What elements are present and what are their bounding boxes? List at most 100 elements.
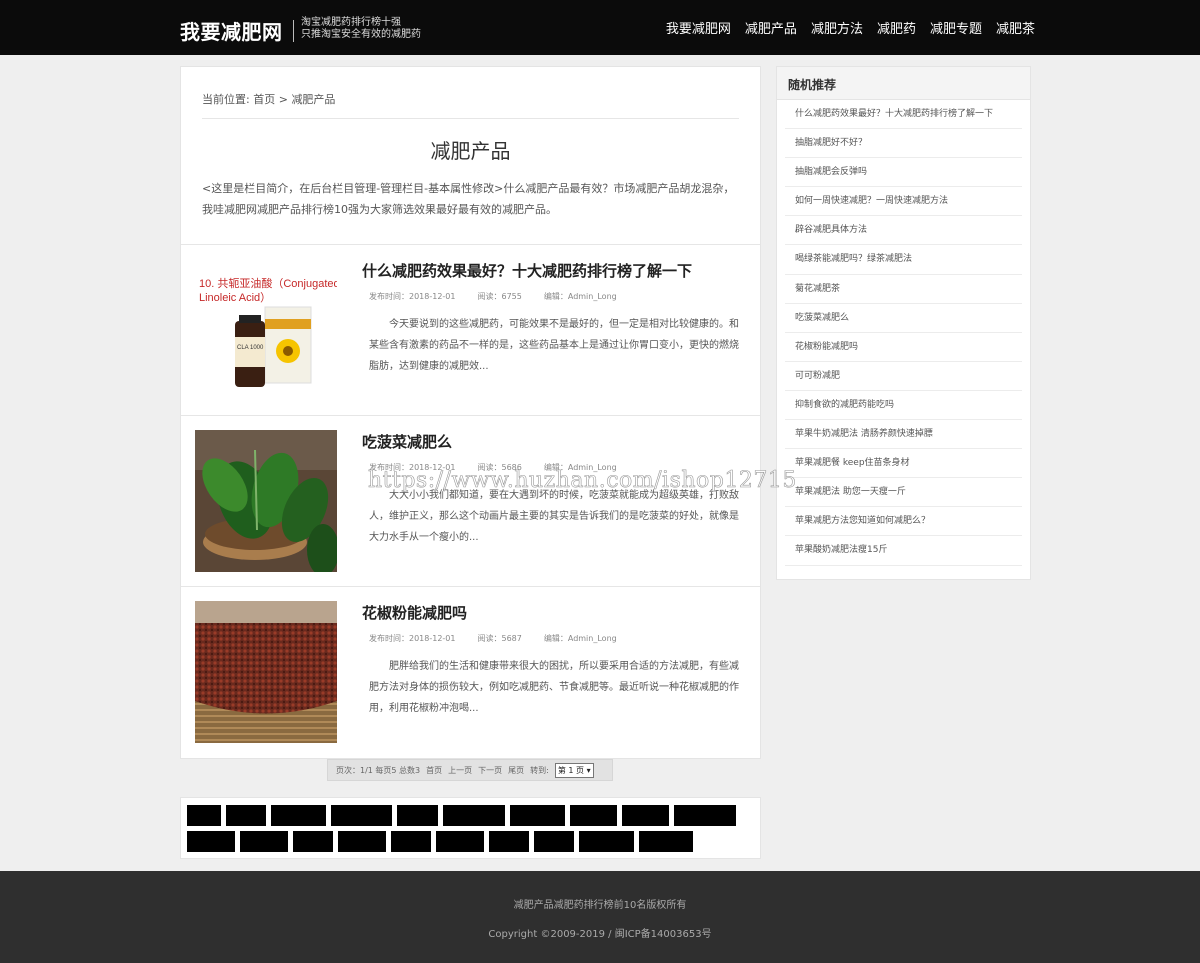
article-summary: 今天要说到的这些减肥药，可能效果不是最好的，但一定是相对比较健康的。和某些含有激… [369,319,739,372]
sidebar-link[interactable]: 菊花减肥茶 [785,275,1022,304]
sidebar-link[interactable]: 抽脂减肥会反弹吗 [785,158,1022,188]
breadcrumb-prefix: 当前位置: [202,93,250,106]
redacted-link[interactable] [436,831,484,852]
redacted-link[interactable] [397,805,438,826]
logo-divider [293,20,294,42]
article-thumbnail-pepper[interactable] [195,601,337,743]
page-select-value: 第 1 页 [557,765,585,775]
article-date: 发布时间：2018-12-01 [369,634,456,643]
breadcrumb-separator: > [278,93,288,106]
article-editor: 编辑：Admin_Long [543,292,617,301]
pagination: 页次：1/1 每页5 总数3 首页 上一页 下一页 尾页 转到: 第 1 页 ▾ [327,759,613,781]
breadcrumb: 当前位置: 首页 > 减肥产品 [202,91,739,119]
nav-item-drugs[interactable]: 减肥药 [877,18,916,37]
redacted-link[interactable] [391,831,431,852]
svg-text:CLA 1000: CLA 1000 [237,345,264,351]
redacted-link[interactable] [271,805,326,826]
article-item: 吃菠菜减肥么 发布时间：2018-12-01 阅读：5686 编辑：Admin_… [181,416,760,587]
redacted-link[interactable] [622,805,669,826]
breadcrumb-home-link[interactable]: 首页 [253,93,275,106]
sidebar-link[interactable]: 苹果酸奶减肥法瘦15斤 [785,536,1022,566]
pagination-first[interactable]: 首页 [426,765,442,776]
category-title: 减肥产品 [430,139,511,163]
sidebar-link[interactable]: 抽脂减肥好不好？ [785,129,1022,159]
redacted-link[interactable] [226,805,266,826]
redacted-link[interactable] [579,831,634,852]
sidebar-link[interactable]: 可可粉减肥 [785,362,1022,391]
site-footer: 减肥产品减肥药排行榜前10名版权所有 Copyright ©2009-2019 … [0,871,1200,963]
sidebar-link[interactable]: 抑制食欲的减肥药能吃吗 [785,391,1022,421]
breadcrumb-current-link[interactable]: 减肥产品 [291,93,335,106]
sidebar-link[interactable]: 花椒粉能减肥吗 [785,333,1022,362]
nav-item-products[interactable]: 减肥产品 [745,18,797,37]
nav-item-methods[interactable]: 减肥方法 [811,18,863,37]
redacted-link[interactable] [187,831,235,852]
article-meta: 发布时间：2018-12-01 阅读：5687 编辑：Admin_Long [369,633,617,644]
article-views: 阅读：6755 [477,292,522,301]
redacted-link[interactable] [331,805,392,826]
article-summary: 肥胖给我们的生活和健康带来很大的困扰，所以要采用合适的方法减肥，有些减肥方法对身… [369,661,739,714]
article-thumbnail-spinach[interactable] [195,430,337,572]
sidebar-link[interactable]: 苹果牛奶减肥法 清肠养颜快速掉膘 [785,420,1022,450]
site-logo[interactable]: 我要减肥网 [180,16,283,45]
sichuan-pepper-image [195,601,337,743]
slogan-line-2: 只推淘宝安全有效的减肥药 [301,29,421,40]
svg-text:Linoleic Acid）: Linoleic Acid） [199,291,271,304]
sidebar-link[interactable]: 苹果减肥法 助您一天瘦一斤 [785,478,1022,508]
pagination-last[interactable]: 尾页 [508,765,524,776]
sidebar-link[interactable]: 如何一周快速减肥？一周快速减肥方法 [785,187,1022,217]
top-navbar: 我要减肥网 淘宝减肥药排行榜十强 只推淘宝安全有效的减肥药 我要减肥网 减肥产品… [0,0,1200,55]
redacted-link[interactable] [338,831,386,852]
sidebar-link[interactable]: 苹果减肥餐 keep住苗条身材 [785,449,1022,479]
pagination-info: 页次：1/1 每页5 总数3 [336,765,421,775]
nav-item-home[interactable]: 我要减肥网 [666,18,731,37]
article-meta: 发布时间：2018-12-01 阅读：6755 编辑：Admin_Long [369,291,617,302]
redacted-link[interactable] [570,805,617,826]
friend-links [180,797,761,859]
chevron-down-icon: ▾ [586,765,591,775]
pagination-goto-label: 转到: [530,765,549,775]
category-description: <这里是栏目简介，在后台栏目管理-管理栏目-基本属性修改>什么减肥产品最有效？市… [181,178,760,245]
article-title[interactable]: 什么减肥药效果最好？十大减肥药排行榜了解一下 [362,260,692,281]
sidebar-link[interactable]: 吃菠菜减肥么 [785,304,1022,333]
nav-item-topics[interactable]: 减肥专题 [930,18,982,37]
sidebar-title: 随机推荐 [777,67,1030,100]
redacted-link[interactable] [534,831,574,852]
pagination-next[interactable]: 下一页 [478,765,502,776]
page-select[interactable]: 第 1 页 ▾ [554,762,594,778]
slogan-line-1: 淘宝减肥药排行榜十强 [301,17,401,28]
site-slogan: 淘宝减肥药排行榜十强 只推淘宝安全有效的减肥药 [301,17,421,41]
redacted-link[interactable] [510,805,565,826]
nav-item-tea[interactable]: 减肥茶 [996,18,1035,37]
spinach-image [195,430,337,572]
thumb-caption: 10. 共轭亚油酸（Conjugated [199,276,337,290]
sidebar-link[interactable]: 喝绿茶能减肥吗？绿茶减肥法 [785,245,1022,275]
redacted-link[interactable] [489,831,529,852]
article-thumbnail-cla[interactable]: 10. 共轭亚油酸（Conjugated Linoleic Acid） CLA … [195,259,337,401]
article-title[interactable]: 花椒粉能减肥吗 [362,602,467,623]
footer-copyright: Copyright ©2009-2019 / 闽ICP备14003653号 [488,929,712,940]
cla-product-image: 10. 共轭亚油酸（Conjugated Linoleic Acid） CLA … [195,259,337,401]
sidebar-random-recommend: 随机推荐 什么减肥药效果最好？十大减肥药排行榜了解一下 抽脂减肥好不好？ 抽脂减… [776,66,1031,580]
sidebar-link[interactable]: 辟谷减肥具体方法 [785,216,1022,246]
watermark-text: https://www.huzhan.com/ishop12715 [368,468,797,494]
redacted-link[interactable] [240,831,288,852]
article-date: 发布时间：2018-12-01 [369,292,456,301]
pagination-prev[interactable]: 上一页 [448,765,472,776]
redacted-link[interactable] [187,805,221,826]
article-item: 10. 共轭亚油酸（Conjugated Linoleic Acid） CLA … [181,245,760,416]
article-views: 阅读：5687 [477,634,522,643]
footer-copyright-owner: 减肥产品减肥药排行榜前10名版权所有 [513,900,687,911]
redacted-link[interactable] [443,805,505,826]
sidebar-link[interactable]: 苹果减肥方法您知道如何减肥么？ [785,507,1022,537]
main-content: 当前位置: 首页 > 减肥产品 减肥产品 <这里是栏目简介，在后台栏目管理-管理… [180,66,761,759]
sidebar-link[interactable]: 什么减肥药效果最好？十大减肥药排行榜了解一下 [785,100,1022,130]
article-title[interactable]: 吃菠菜减肥么 [362,431,452,452]
sidebar-list: 什么减肥药效果最好？十大减肥药排行榜了解一下 抽脂减肥好不好？ 抽脂减肥会反弹吗… [777,100,1030,566]
article-editor: 编辑：Admin_Long [543,634,617,643]
article-summary: 大大小小我们都知道，要在大遇到坏的时候，吃菠菜就能成为超级英雄，打败敌人，维护正… [369,490,739,543]
article-item: 花椒粉能减肥吗 发布时间：2018-12-01 阅读：5687 编辑：Admin… [181,587,760,758]
redacted-link[interactable] [293,831,333,852]
redacted-link[interactable] [674,805,736,826]
redacted-link[interactable] [639,831,693,852]
